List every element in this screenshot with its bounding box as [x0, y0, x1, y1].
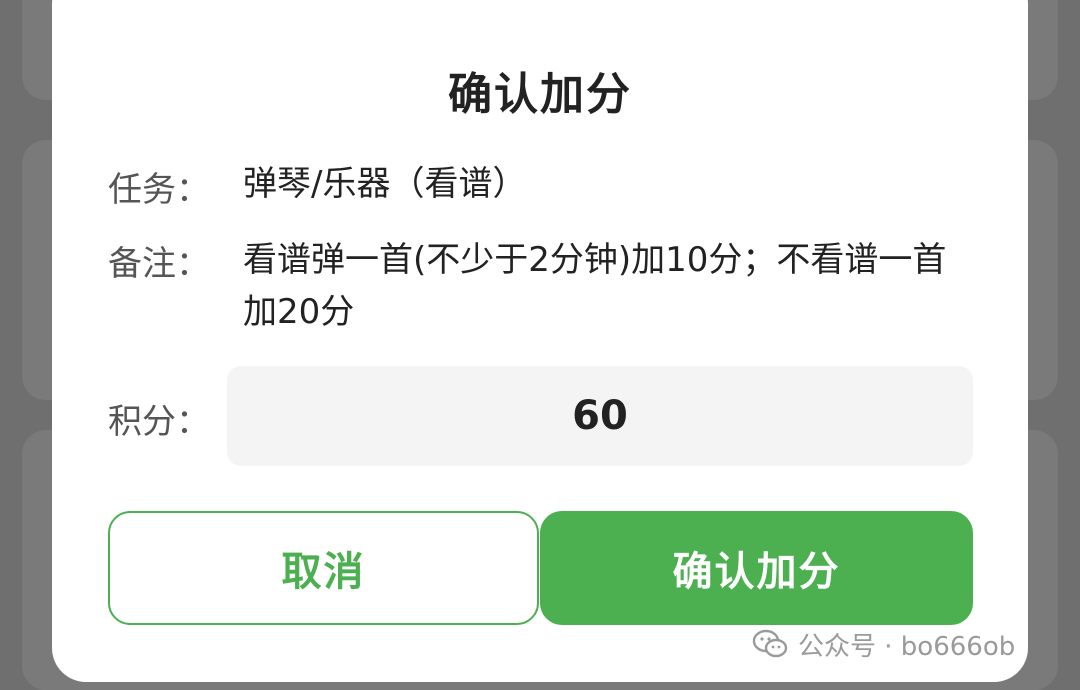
watermark-text: 公众号 · bo666ob — [798, 631, 1016, 662]
score-label: 积分： — [108, 402, 210, 442]
note-value: 看谱弹一首(不少于2分钟)加10分；不看谱一首加20分 — [243, 240, 947, 332]
dialog-title: 确认加分 — [448, 69, 632, 120]
confirm-add-score-button[interactable]: 确认加分 — [540, 511, 973, 625]
task-value: 弹琴/乐器（看谱） — [243, 164, 527, 204]
wechat-icon — [752, 629, 788, 658]
task-label: 任务： — [108, 170, 210, 210]
note-label: 备注： — [108, 244, 210, 284]
cancel-button[interactable]: 取消 — [108, 511, 539, 625]
score-input[interactable]: 60 — [227, 366, 973, 466]
watermark: 公众号 · bo666ob — [752, 624, 1015, 664]
